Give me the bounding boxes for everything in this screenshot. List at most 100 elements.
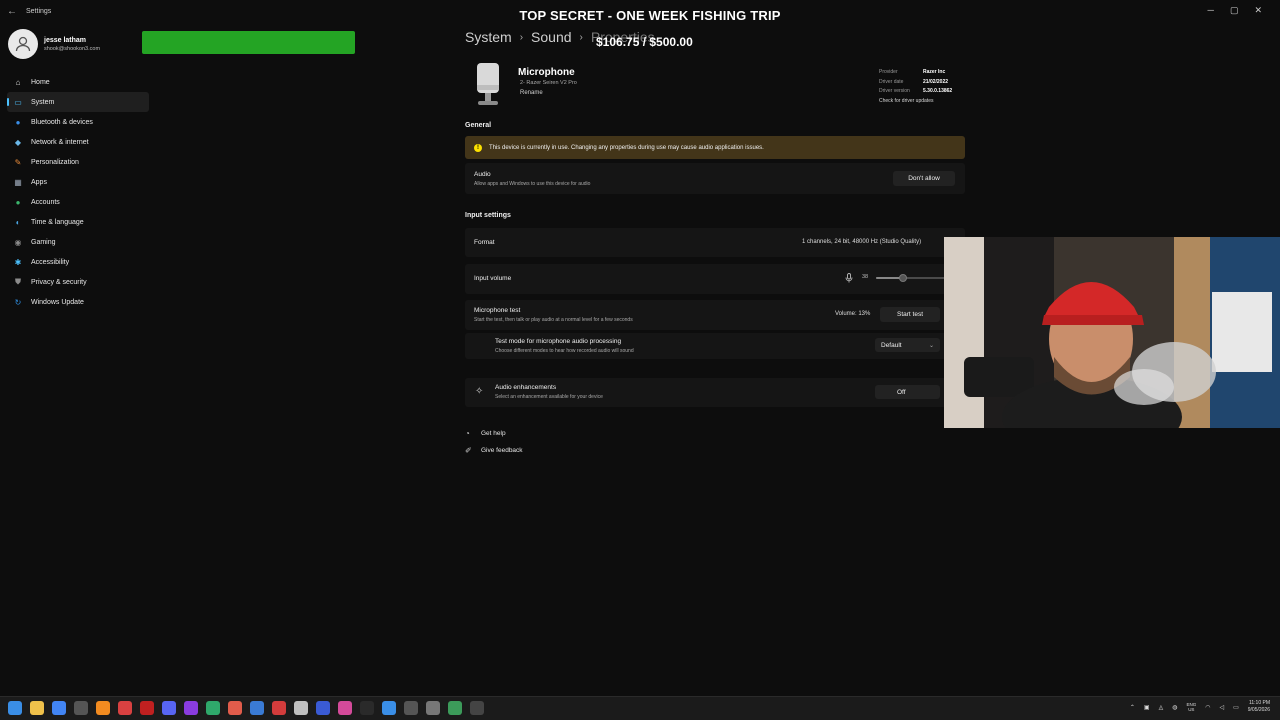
give-feedback-link[interactable]: ✐ Give feedback [465, 442, 523, 459]
get-help-label: Get help [481, 430, 506, 437]
streamer-webcam-image [944, 237, 1280, 428]
sidebar-item-system[interactable]: ▭ System [7, 92, 149, 112]
sidebar-item-accessibility[interactable]: ✱ Accessibility [7, 252, 149, 272]
sidebar-item-accounts[interactable]: ● Accounts [7, 192, 149, 212]
rename-link[interactable]: Rename [520, 90, 543, 96]
sidebar-item-gaming[interactable]: ◉ Gaming [7, 232, 149, 252]
app-icon[interactable] [140, 701, 154, 715]
sidebar-item-home[interactable]: ⌂ Home [7, 72, 149, 92]
app-icon[interactable] [338, 701, 352, 715]
format-dropdown[interactable]: 1 channels, 24 bit, 48000 Hz (Studio Qua… [802, 239, 921, 245]
pen-icon[interactable] [228, 701, 242, 715]
input-volume-card: Input volume 38 [465, 264, 965, 294]
input-volume-slider[interactable] [876, 274, 946, 282]
app-icon[interactable] [272, 701, 286, 715]
app-icon[interactable] [404, 701, 418, 715]
sidebar-item-privacy-security[interactable]: ⛊ Privacy & security [7, 272, 149, 292]
chrome-icon[interactable] [52, 701, 66, 715]
test-mode-card: Test mode for microphone audio processin… [465, 333, 965, 359]
app-icon[interactable] [294, 701, 308, 715]
clock[interactable]: 11:10 PM 9/05/2026 [1248, 700, 1270, 714]
sidebar-item-label: Accounts [31, 198, 60, 206]
chevron-down-icon: ⌄ [928, 342, 934, 349]
warning-text: This device is currently in use. Changin… [489, 144, 764, 151]
help-links: ◔ Get help ✐ Give feedback [465, 425, 523, 459]
sidebar-item-label: Home [31, 78, 50, 86]
app-icon[interactable] [382, 701, 396, 715]
user-icon [15, 36, 31, 52]
network-icon[interactable]: ◬ [1159, 704, 1164, 711]
sidebar-item-network-internet[interactable]: ◆ Network & internet [7, 132, 149, 152]
audio-enhancements-title: Audio enhancements [495, 384, 557, 391]
vlc-icon[interactable] [96, 701, 110, 715]
chevron-right-icon: › [579, 31, 583, 43]
shield-icon: ⛊ [15, 277, 21, 286]
language-indicator[interactable]: ENG US [1186, 702, 1196, 712]
discord-icon[interactable] [162, 701, 176, 715]
app-icon[interactable] [316, 701, 330, 715]
app-icon[interactable] [360, 701, 374, 715]
wifi-icon[interactable]: ◠ [1205, 704, 1210, 711]
microphone-icon[interactable] [845, 273, 853, 283]
sidebar-item-windows-update[interactable]: ↻ Windows Update [7, 292, 149, 312]
get-help-link[interactable]: ◔ Get help [465, 425, 523, 442]
microphone-test-volume: Volume: 13% [835, 311, 871, 317]
accessibility-icon: ✱ [14, 257, 22, 267]
update-icon: ↻ [14, 297, 22, 307]
test-mode-title: Test mode for microphone audio processin… [495, 338, 622, 345]
test-mode-value: Default [881, 341, 902, 349]
dont-allow-button[interactable]: Don't allow [893, 171, 955, 186]
system-tray: ⌃ ▣ ◬ ◍ ENG US ◠ ◁ ▭ 11:10 PM 9/05/2026 [1130, 700, 1270, 714]
driver-version-value: 5.30.0.13862 [923, 88, 953, 95]
system-icon: ▭ [14, 97, 22, 107]
sidebar-item-personalization[interactable]: ✎ Personalization [7, 152, 149, 172]
edge-icon[interactable] [206, 701, 220, 715]
overlay-progress-bar [142, 31, 355, 54]
app-icon[interactable] [470, 701, 484, 715]
in-use-warning: ! This device is currently in use. Chang… [465, 136, 965, 159]
input-volume-label: Input volume [474, 275, 512, 282]
tray-microphone-icon[interactable]: ◍ [1172, 704, 1177, 711]
sidebar-item-bluetooth-devices[interactable]: ● Bluetooth & devices [7, 112, 149, 132]
settings-window: ← Settings ─ ▢ ✕ jesse latham shook@shoo… [0, 0, 1280, 720]
chevron-up-icon[interactable]: ⌃ [1130, 704, 1135, 711]
device-model: 2- Razer Seiren V2 Pro [520, 80, 577, 86]
sidebar-item-apps[interactable]: ▦ Apps [7, 172, 149, 192]
breadcrumb-sound[interactable]: Sound [531, 29, 571, 45]
profile-email: shook@shookon3.com [44, 45, 101, 52]
start-test-button[interactable]: Start test [880, 307, 940, 322]
input-volume-slider-thumb[interactable] [898, 274, 907, 282]
provider-value: Razer Inc [923, 69, 946, 75]
app-icon[interactable] [448, 701, 462, 715]
feedback-icon: ✐ [465, 446, 472, 455]
audio-enhancements-desc: Select an enhancement available for your… [495, 394, 603, 400]
tray-app-icon[interactable]: ▣ [1144, 704, 1150, 711]
settings-icon[interactable] [426, 701, 440, 715]
obs-icon[interactable] [74, 701, 88, 715]
overlay-title: TOP SECRET - ONE WEEK FISHING TRIP [519, 8, 781, 23]
app-icon[interactable] [184, 701, 198, 715]
sidebar-item-time-language[interactable]: ◐ Time & language [7, 212, 149, 232]
help-icon: ◔ [465, 429, 470, 438]
sidebar-item-label: Network & internet [31, 138, 89, 146]
microphone-test-card: Microphone test Start the test, then tal… [465, 300, 965, 330]
volume-icon[interactable]: ◁ [1219, 704, 1224, 711]
check-driver-updates-link[interactable]: Check for driver updates [879, 97, 952, 107]
sidebar-item-label: System [31, 98, 55, 106]
app-icon[interactable] [118, 701, 132, 715]
app-icon[interactable] [250, 701, 264, 715]
file-explorer-icon[interactable] [30, 701, 44, 715]
audio-title: Audio [474, 171, 491, 178]
chevron-right-icon: › [519, 31, 524, 43]
test-mode-dropdown[interactable]: Default ⌄ [875, 338, 940, 352]
audio-desc: Allow apps and Windows to use this devic… [474, 181, 591, 187]
webcam-overlay [944, 237, 1280, 428]
user-profile[interactable]: jesse latham shook@shookon3.com [8, 29, 100, 59]
breadcrumb-system[interactable]: System [465, 29, 512, 45]
windows-start-icon[interactable] [8, 701, 22, 715]
profile-name: jesse latham [44, 36, 87, 44]
taskbar-apps [8, 701, 484, 715]
audio-enhancements-dropdown[interactable]: Off [875, 385, 940, 399]
battery-icon[interactable]: ▭ [1233, 704, 1239, 711]
wifi-icon: ◆ [14, 137, 22, 147]
